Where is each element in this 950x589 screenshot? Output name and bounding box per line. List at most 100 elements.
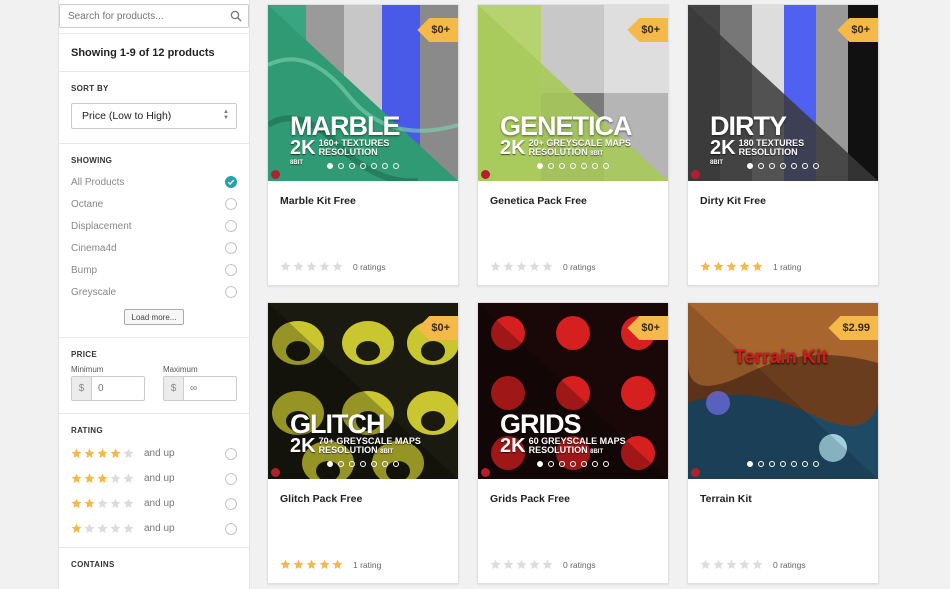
- rating-filter-option[interactable]: and up: [71, 466, 237, 491]
- radio-unchecked-icon[interactable]: [225, 220, 237, 232]
- search-box[interactable]: [59, 4, 249, 28]
- price-max-input[interactable]: [184, 377, 234, 400]
- carousel-dot[interactable]: [327, 163, 333, 169]
- product-card[interactable]: $2.99 Terrain Kit Terrain Kit 0 ratings: [687, 302, 879, 584]
- carousel-dot[interactable]: [338, 461, 344, 467]
- radio-unchecked-icon[interactable]: [225, 447, 237, 460]
- carousel-dot[interactable]: [338, 163, 344, 169]
- carousel-dot[interactable]: [592, 163, 598, 169]
- carousel-dots[interactable]: [478, 461, 668, 467]
- carousel-dot[interactable]: [780, 461, 786, 467]
- product-thumbnail[interactable]: $2.99 Terrain Kit: [688, 303, 878, 479]
- carousel-dot[interactable]: [813, 163, 819, 169]
- radio-unchecked-icon[interactable]: [225, 264, 237, 276]
- carousel-dot[interactable]: [758, 163, 764, 169]
- sort-select[interactable]: Price (Low to High) ▲ ▼: [71, 103, 237, 129]
- product-thumbnail[interactable]: $0+ MARBLE 2K 160+ TEXTURES RESOLUTION 8BIT: [268, 5, 458, 181]
- rating-filter-option[interactable]: and up: [71, 441, 237, 466]
- product-card[interactable]: $0+ DIRTY 2K 180 TEXTURES RESOLUTION 8BIT Dir…: [687, 4, 879, 286]
- carousel-dot[interactable]: [349, 163, 355, 169]
- carousel-dot[interactable]: [371, 461, 377, 467]
- load-more-button[interactable]: Load more...: [124, 309, 184, 325]
- carousel-dots[interactable]: [688, 163, 878, 169]
- filter-option[interactable]: Displacement: [71, 215, 237, 237]
- carousel-dot[interactable]: [813, 461, 819, 467]
- filter-option[interactable]: Octane: [71, 193, 237, 215]
- rating-filter-option[interactable]: and up: [71, 516, 237, 541]
- carousel-dot[interactable]: [327, 461, 333, 467]
- radio-unchecked-icon[interactable]: [225, 497, 237, 510]
- product-thumbnail[interactable]: $0+ GRIDS 2K 60 GREYSCALE MAPS RESOLUTION 8B…: [478, 303, 668, 479]
- carousel-dots[interactable]: [268, 163, 458, 169]
- carousel-dot[interactable]: [603, 163, 609, 169]
- rating-filter-option[interactable]: and up: [71, 491, 237, 516]
- carousel-dot[interactable]: [570, 163, 576, 169]
- carousel-dot[interactable]: [802, 461, 808, 467]
- product-card[interactable]: $0+ GENETICA 2K 20+ GREYSCALE MAPS RESOLUTIO…: [477, 4, 669, 286]
- carousel-dots[interactable]: [688, 461, 878, 467]
- radio-unchecked-icon[interactable]: [225, 242, 237, 254]
- product-thumbnail[interactable]: $0+ GLITCH 2K 70+ GREYSCALE MAPS RESOLUTION …: [268, 303, 458, 479]
- carousel-dot[interactable]: [758, 461, 764, 467]
- filter-option[interactable]: All Products: [71, 171, 237, 193]
- product-name[interactable]: Marble Kit Free: [280, 195, 356, 207]
- product-name[interactable]: Grids Pack Free: [490, 493, 570, 505]
- carousel-dot[interactable]: [802, 163, 808, 169]
- search-input[interactable]: [60, 5, 220, 27]
- price-min-field[interactable]: $: [71, 376, 145, 401]
- carousel-dot[interactable]: [548, 461, 554, 467]
- carousel-dot[interactable]: [393, 461, 399, 467]
- thumbnail-subtitle: 2K 20+ GREYSCALE MAPS RESOLUTION 8BIT: [500, 137, 631, 159]
- carousel-dot[interactable]: [559, 163, 565, 169]
- product-name[interactable]: Genetica Pack Free: [490, 195, 587, 207]
- carousel-dot[interactable]: [581, 163, 587, 169]
- radio-unchecked-icon[interactable]: [225, 522, 237, 535]
- carousel-dots[interactable]: [268, 461, 458, 467]
- carousel-dot[interactable]: [559, 461, 565, 467]
- carousel-dot[interactable]: [349, 461, 355, 467]
- product-card[interactable]: $0+ GRIDS 2K 60 GREYSCALE MAPS RESOLUTION 8B…: [477, 302, 669, 584]
- carousel-dot[interactable]: [769, 163, 775, 169]
- filter-option[interactable]: Bump: [71, 259, 237, 281]
- carousel-dot[interactable]: [747, 163, 753, 169]
- product-name[interactable]: Glitch Pack Free: [280, 493, 362, 505]
- product-thumbnail[interactable]: $0+ DIRTY 2K 180 TEXTURES RESOLUTION 8BIT: [688, 5, 878, 181]
- carousel-dots[interactable]: [478, 163, 668, 169]
- star-empty-icon: [516, 559, 527, 569]
- radio-unchecked-icon[interactable]: [225, 472, 237, 485]
- product-rating: 0 ratings: [280, 261, 386, 272]
- radio-checked-icon[interactable]: [225, 176, 237, 188]
- radio-unchecked-icon[interactable]: [225, 198, 237, 210]
- carousel-dot[interactable]: [382, 461, 388, 467]
- carousel-dot[interactable]: [537, 163, 543, 169]
- carousel-dot[interactable]: [769, 461, 775, 467]
- product-thumbnail[interactable]: $0+ GENETICA 2K 20+ GREYSCALE MAPS RESOLUTIO…: [478, 5, 668, 181]
- carousel-dot[interactable]: [570, 461, 576, 467]
- carousel-dot[interactable]: [791, 461, 797, 467]
- carousel-dot[interactable]: [382, 163, 388, 169]
- carousel-dot[interactable]: [360, 163, 366, 169]
- carousel-dot[interactable]: [371, 163, 377, 169]
- search-icon[interactable]: [230, 10, 242, 22]
- product-name[interactable]: Dirty Kit Free: [700, 195, 766, 207]
- carousel-dot[interactable]: [780, 163, 786, 169]
- cinema4d-logo-icon: [691, 170, 700, 179]
- carousel-dot[interactable]: [791, 163, 797, 169]
- price-min-label: Minimum: [71, 365, 104, 374]
- carousel-dot[interactable]: [548, 163, 554, 169]
- product-card[interactable]: $0+ MARBLE 2K 160+ TEXTURES RESOLUTION 8BIT M…: [267, 4, 459, 286]
- carousel-dot[interactable]: [747, 461, 753, 467]
- product-name[interactable]: Terrain Kit: [700, 493, 752, 505]
- carousel-dot[interactable]: [360, 461, 366, 467]
- carousel-dot[interactable]: [581, 461, 587, 467]
- price-min-input[interactable]: [92, 377, 142, 400]
- filter-option[interactable]: Cinema4d: [71, 237, 237, 259]
- price-max-field[interactable]: $: [163, 376, 237, 401]
- carousel-dot[interactable]: [603, 461, 609, 467]
- carousel-dot[interactable]: [592, 461, 598, 467]
- radio-unchecked-icon[interactable]: [225, 286, 237, 298]
- carousel-dot[interactable]: [393, 163, 399, 169]
- product-card[interactable]: $0+ GLITCH 2K 70+ GREYSCALE MAPS RESOLUTION …: [267, 302, 459, 584]
- carousel-dot[interactable]: [537, 461, 543, 467]
- filter-option[interactable]: Greyscale: [71, 281, 237, 303]
